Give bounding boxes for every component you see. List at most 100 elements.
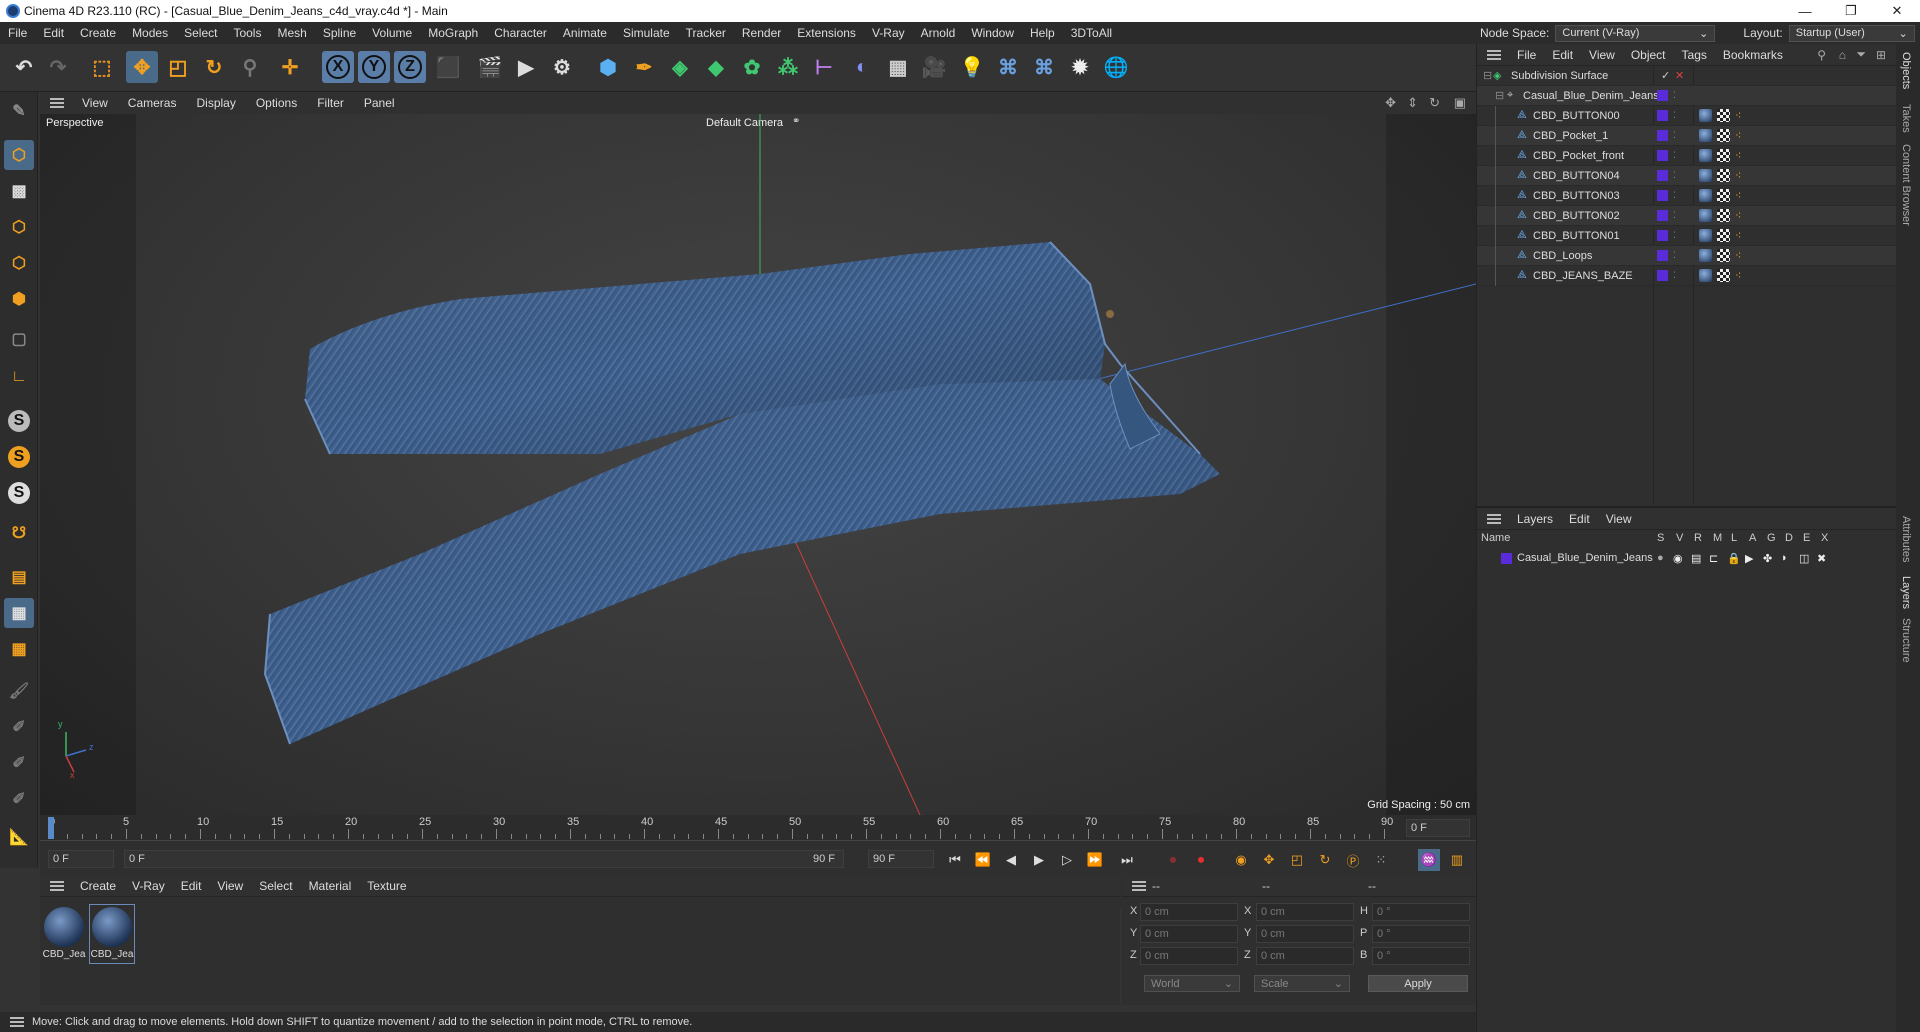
object-name[interactable]: CBD_BUTTON04 bbox=[1533, 170, 1620, 182]
world-coordinates-button[interactable]: ✛ bbox=[274, 51, 306, 83]
visibility-dots-icon[interactable]: ⁚ bbox=[1673, 230, 1676, 241]
material-menu-edit[interactable]: Edit bbox=[173, 879, 210, 893]
render-clapper-icon[interactable]: ▤ bbox=[1691, 552, 1701, 565]
previous-key-button[interactable]: ⏪ bbox=[972, 849, 994, 871]
deformers-icon[interactable]: ◗ bbox=[1781, 552, 1788, 564]
position-y-field[interactable]: 0 cm bbox=[1140, 925, 1238, 943]
snap-button[interactable]: S bbox=[4, 406, 34, 436]
object-menu-view[interactable]: View bbox=[1581, 48, 1623, 62]
material-tag-icon[interactable] bbox=[1699, 149, 1712, 162]
viewport-move-icon[interactable]: ⇕ bbox=[1407, 95, 1418, 111]
node-space-dropdown[interactable]: Current (V-Ray) ⌄ bbox=[1555, 24, 1716, 42]
viewport-menu-display[interactable]: Display bbox=[186, 96, 245, 110]
tree-row[interactable]: ⟁ CBD_BUTTON01 ⁚ ⁖ bbox=[1477, 226, 1897, 246]
material-tag-icon[interactable] bbox=[1699, 229, 1712, 242]
vray-settings-button[interactable]: ✹ bbox=[1064, 51, 1096, 83]
array-generator-button[interactable]: ✿ bbox=[736, 51, 768, 83]
viewport-maximize-icon[interactable]: ▣ bbox=[1454, 95, 1466, 111]
size-z-field[interactable]: 0 cm bbox=[1256, 947, 1354, 965]
tree-row[interactable]: ⟁ CBD_BUTTON04 ⁚ ⁖ bbox=[1477, 166, 1897, 186]
tree-row[interactable]: ⊟ ◈ Subdivision Surface ✓ ✕ bbox=[1477, 66, 1897, 86]
visibility-dots-icon[interactable]: ⁚ bbox=[1673, 110, 1676, 121]
collapse-icon[interactable]: ⊟ bbox=[1483, 69, 1492, 82]
menu-edit[interactable]: Edit bbox=[35, 26, 72, 40]
play-button[interactable]: ▶ bbox=[1028, 849, 1050, 871]
visibility-dots-icon[interactable]: ⁚ bbox=[1673, 130, 1676, 141]
object-name[interactable]: CBD_BUTTON01 bbox=[1533, 230, 1620, 242]
uvw-tag-icon[interactable] bbox=[1717, 229, 1730, 242]
layout-dropdown[interactable]: Startup (User) ⌄ bbox=[1788, 24, 1915, 42]
object-menu-edit[interactable]: Edit bbox=[1544, 48, 1581, 62]
key-scale-button[interactable]: ◰ bbox=[1286, 849, 1308, 871]
menu-vray[interactable]: V-Ray bbox=[864, 26, 913, 40]
playhead[interactable] bbox=[48, 817, 54, 839]
layer-color-swatch[interactable] bbox=[1657, 90, 1668, 101]
side-tab-takes[interactable]: Takes bbox=[1900, 104, 1912, 133]
tree-row[interactable]: ⟁ CBD_Pocket_front ⁚ ⁖ bbox=[1477, 146, 1897, 166]
tree-row[interactable]: ⟁ CBD_BUTTON03 ⁚ ⁖ bbox=[1477, 186, 1897, 206]
viewport-menu-filter[interactable]: Filter bbox=[307, 96, 354, 110]
timeline-ruler[interactable]: 051015202530354045505560657075808590 0 F bbox=[40, 815, 1476, 841]
render-view-button[interactable]: 🎬 bbox=[474, 51, 506, 83]
field-button[interactable]: ◐ bbox=[846, 51, 878, 83]
minimize-button[interactable]: — bbox=[1782, 0, 1828, 22]
tweak-mode-button[interactable]: ☋ bbox=[4, 518, 34, 548]
measure-tool-button[interactable]: 📐 bbox=[4, 822, 34, 852]
viewport-3d-area[interactable]: Perspective Default Camera ⚭ y z x Grid … bbox=[40, 114, 1476, 815]
side-tab-structure[interactable]: Structure bbox=[1900, 618, 1912, 663]
selection-tag-icon[interactable]: ⁖ bbox=[1735, 129, 1741, 142]
object-menu-object[interactable]: Object bbox=[1623, 48, 1674, 62]
collapse-icon[interactable]: ⊟ bbox=[1495, 89, 1504, 102]
vray-globe-button[interactable]: 🌐 bbox=[1100, 51, 1132, 83]
selection-tag-icon[interactable]: ⁖ bbox=[1735, 169, 1741, 182]
object-name[interactable]: CBD_Loops bbox=[1533, 250, 1592, 262]
xref-icon[interactable]: ✖ bbox=[1817, 552, 1826, 565]
uvw-tag-icon[interactable] bbox=[1717, 269, 1730, 282]
material-tag-icon[interactable] bbox=[1699, 269, 1712, 282]
rotate-tool-button[interactable]: ↻ bbox=[198, 51, 230, 83]
polygons-mode-button[interactable]: ⬢ bbox=[4, 284, 34, 314]
tree-row[interactable]: ⟁ CBD_BUTTON00 ⁚ ⁖ bbox=[1477, 106, 1897, 126]
layer-color-swatch[interactable] bbox=[1657, 110, 1668, 121]
snap-settings-button[interactable]: S bbox=[4, 442, 34, 472]
object-menu-bookmarks[interactable]: Bookmarks bbox=[1715, 48, 1791, 62]
material-tag-icon[interactable] bbox=[1699, 189, 1712, 202]
menu-modes[interactable]: Modes bbox=[124, 26, 176, 40]
coordinate-system-button[interactable]: ⬛ bbox=[432, 51, 464, 83]
material-tag-icon[interactable] bbox=[1699, 129, 1712, 142]
key-rotation-button[interactable]: ↻ bbox=[1314, 849, 1336, 871]
viewport-menu-view[interactable]: View bbox=[72, 96, 118, 110]
workplane-button[interactable]: ▤ bbox=[4, 562, 34, 592]
hamburger-icon[interactable] bbox=[50, 98, 64, 108]
tree-row[interactable]: ⟁ CBD_Loops ⁚ ⁖ bbox=[1477, 246, 1897, 266]
frame-range-slider[interactable]: 0 F 90 F bbox=[124, 850, 844, 868]
eye-icon[interactable]: ◉ bbox=[1673, 552, 1683, 565]
material-swatch[interactable]: CBD_Jea bbox=[42, 905, 86, 963]
tree-row[interactable]: ⊟ ⌖ Casual_Blue_Denim_Jeans ⁚ bbox=[1477, 86, 1897, 106]
previous-frame-button[interactable]: ◀ bbox=[1000, 849, 1022, 871]
viewport-menu-options[interactable]: Options bbox=[246, 96, 307, 110]
light-button[interactable]: 💡 bbox=[956, 51, 988, 83]
layer-color-swatch[interactable] bbox=[1657, 170, 1668, 181]
menu-extensions[interactable]: Extensions bbox=[789, 26, 864, 40]
material-tag-icon[interactable] bbox=[1699, 109, 1712, 122]
move-tool-button[interactable]: ✥ bbox=[126, 51, 158, 83]
uvw-tag-icon[interactable] bbox=[1717, 209, 1730, 222]
current-frame-field[interactable]: 0 F bbox=[1406, 819, 1470, 837]
visibility-dots-icon[interactable]: ⁚ bbox=[1673, 150, 1676, 161]
tree-row[interactable]: ⟁ CBD_JEANS_BAZE ⁚ ⁖ bbox=[1477, 266, 1897, 286]
viewport-pan-icon[interactable]: ✥ bbox=[1385, 95, 1396, 111]
uv-mode-button[interactable]: ▢ bbox=[4, 324, 34, 354]
material-tag-icon[interactable] bbox=[1699, 209, 1712, 222]
menu-tools[interactable]: Tools bbox=[225, 26, 269, 40]
locked-workplane-button[interactable]: ▦ bbox=[4, 634, 34, 664]
close-button[interactable]: ✕ bbox=[1874, 0, 1920, 22]
material-menu-material[interactable]: Material bbox=[301, 879, 360, 893]
cloner-button[interactable]: ⁂ bbox=[772, 51, 804, 83]
side-tab-attributes[interactable]: Attributes bbox=[1900, 516, 1912, 562]
layer-name[interactable]: Casual_Blue_Denim_Jeans bbox=[1517, 552, 1653, 564]
filter-icon[interactable]: ⏷ bbox=[1856, 47, 1866, 62]
object-name[interactable]: CBD_BUTTON00 bbox=[1533, 110, 1620, 122]
selection-tag-icon[interactable]: ⁖ bbox=[1735, 209, 1741, 222]
side-tab-layers[interactable]: Layers bbox=[1900, 576, 1912, 609]
